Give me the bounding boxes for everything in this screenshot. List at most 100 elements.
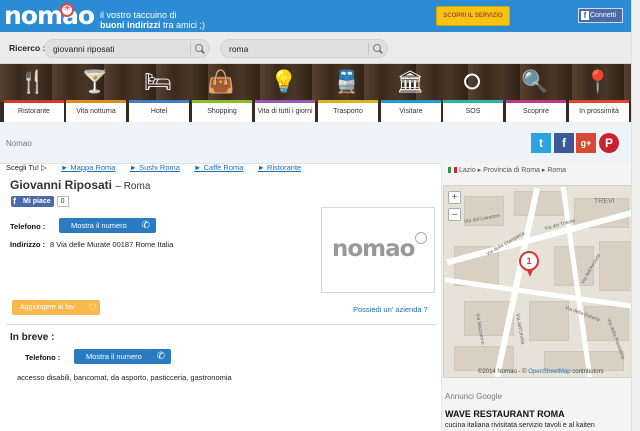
like-count: 0 bbox=[56, 196, 69, 207]
category-sos[interactable]: ⭘ SOS bbox=[441, 64, 503, 122]
scrollbar[interactable] bbox=[631, 0, 640, 431]
fav-label: Aggiungere ai fav bbox=[20, 304, 75, 311]
tagline-line1: il vostro taccuino di bbox=[100, 10, 177, 20]
location-breadcrumb: Lazio ▸ Provincia di Roma ▸ Roma bbox=[448, 166, 566, 174]
location-input[interactable]: roma bbox=[220, 39, 388, 58]
business-name: Giovanni Riposati bbox=[10, 178, 113, 192]
lightbulb-icon: 💡 bbox=[270, 70, 298, 95]
facebook-icon: f bbox=[581, 11, 589, 20]
map-attribution: ©2014 Nomao - © OpenStreetMap contributo… bbox=[478, 369, 604, 375]
phone-icon: ✆ bbox=[141, 220, 150, 231]
category-in-prossimit-[interactable]: 📍 In prossimità bbox=[567, 64, 629, 122]
nomao-logo[interactable]: nomao bbox=[4, 2, 95, 30]
link-label: Ristorante bbox=[267, 163, 302, 172]
attrib-prefix: ©2014 Nomao - © bbox=[478, 369, 529, 375]
like-button[interactable]: Mi piace bbox=[11, 196, 54, 207]
zoom-in-button[interactable]: + bbox=[448, 191, 461, 204]
bed-icon: 🛏 bbox=[144, 70, 172, 95]
location-search-icon[interactable] bbox=[368, 42, 381, 55]
map-marker-icon[interactable]: 1 bbox=[519, 251, 539, 277]
crumb-region[interactable]: Lazio bbox=[459, 167, 476, 174]
discover-service-button[interactable]: SCOPRI IL SERVIZIO bbox=[436, 6, 510, 26]
search-label: Ricerco : bbox=[9, 43, 46, 53]
link-ristorante[interactable]: ► Ristorante bbox=[258, 163, 302, 172]
link-mappa-roma[interactable]: ► Mappa Roma bbox=[61, 163, 116, 172]
brief-heading: In breve : bbox=[10, 332, 55, 343]
phone-label: Telefono : bbox=[10, 222, 46, 231]
category-scoprire[interactable]: 🔍 Scoprire bbox=[504, 64, 566, 122]
link-label: Sushi Roma bbox=[139, 163, 180, 172]
link-sushi-roma[interactable]: ► Sushi Roma bbox=[130, 163, 180, 172]
logo-star-icon bbox=[60, 3, 74, 17]
business-city: – Roma bbox=[115, 181, 151, 192]
services-list: accesso disabili, bancomat, da asporto, … bbox=[17, 373, 232, 382]
category-label: Trasporto bbox=[318, 100, 378, 122]
category-label: Vita notturna bbox=[66, 100, 126, 122]
category-shopping[interactable]: 👜 Shopping bbox=[190, 64, 252, 122]
show-number-label: Mostra il numero bbox=[71, 221, 127, 230]
magnifier-icon: 🔍 bbox=[521, 70, 549, 95]
google-plus-icon[interactable]: g+ bbox=[576, 133, 596, 153]
like-box: Mi piace0 bbox=[11, 194, 69, 207]
category-visitare[interactable]: 🏛 Visitare bbox=[379, 64, 441, 122]
top-header: nomao il vostro taccuino di buoni indiri… bbox=[0, 0, 640, 32]
cocktail-icon: 🍸 bbox=[81, 70, 109, 95]
breadcrumb[interactable]: Nomao bbox=[6, 139, 32, 148]
ad-description: cucina italiana rivisitata servizio tavo… bbox=[445, 422, 595, 429]
category-vita-di-tutti-i-giorni[interactable]: 💡 Vita di tutti i giorni bbox=[253, 64, 315, 122]
add-favorites-button[interactable]: Aggiungere ai fav ♡ bbox=[12, 300, 100, 315]
category-hotel[interactable]: 🛏 Hotel bbox=[127, 64, 189, 122]
brief-show-number-button[interactable]: Mostra il numero ✆ bbox=[74, 349, 171, 364]
category-ristorante[interactable]: 🍴 Ristorante bbox=[2, 64, 64, 122]
related-links: Scegli Tu! ▷ ► Mappa Roma ► Sushi Roma ►… bbox=[6, 163, 301, 172]
show-number-button[interactable]: Mostra il numero ✆ bbox=[59, 218, 156, 233]
show-number-label: Mostra il numero bbox=[86, 352, 142, 361]
search-input[interactable]: giovanni riposati bbox=[44, 39, 210, 58]
openstreetmap-link[interactable]: OpenStreetMap bbox=[528, 369, 570, 375]
link-caffe-roma[interactable]: ► Caffè Roma bbox=[194, 163, 243, 172]
category-vita-notturna[interactable]: 🍸 Vita notturna bbox=[64, 64, 126, 122]
crumb-city[interactable]: Roma bbox=[547, 167, 566, 174]
shopping-bag-icon: 👜 bbox=[207, 70, 235, 95]
train-icon: 🚆 bbox=[333, 70, 361, 95]
facebook-share-icon[interactable]: f bbox=[554, 133, 574, 153]
address-label: Indirizzo : bbox=[10, 240, 45, 249]
street-label: Via dell'Umiltà bbox=[514, 312, 526, 346]
logo-star-icon bbox=[415, 232, 427, 244]
monument-icon: 🏛 bbox=[396, 70, 424, 95]
tagline-rest: tra amici ;) bbox=[160, 20, 206, 30]
search-query-value: giovanni riposati bbox=[53, 44, 115, 54]
tagline: il vostro taccuino di buoni indirizzi tr… bbox=[100, 10, 205, 30]
category-label: Hotel bbox=[129, 100, 189, 122]
business-logo: nomao bbox=[321, 207, 435, 293]
fork-knife-icon: 🍴 bbox=[19, 70, 47, 95]
crumb-province[interactable]: Provincia di Roma bbox=[483, 167, 540, 174]
twitter-icon[interactable]: t bbox=[531, 133, 551, 153]
category-nav: 🍴 Ristorante 🍸 Vita notturna 🛏 Hotel 👜 Shopping… bbox=[0, 64, 640, 122]
breadcrumb-bar: Nomao t f g+ P bbox=[0, 122, 640, 164]
search-bar: Ricerco : giovanni riposati roma bbox=[0, 32, 640, 64]
link-label: Mappa Roma bbox=[70, 163, 116, 172]
placeholder-logo-text: nomao bbox=[332, 236, 415, 262]
category-label: SOS bbox=[443, 100, 503, 122]
ad-title[interactable]: WAVE RESTAURANT ROMA bbox=[445, 409, 565, 419]
zoom-out-button[interactable]: – bbox=[448, 208, 461, 221]
search-icon[interactable] bbox=[190, 42, 203, 55]
heart-icon: ♡ bbox=[88, 303, 97, 314]
location-value: roma bbox=[229, 44, 249, 54]
category-label: Scoprire bbox=[506, 100, 566, 122]
connect-label: Connetti bbox=[590, 12, 617, 19]
attrib-suffix: contributors bbox=[570, 369, 604, 375]
category-trasporto[interactable]: 🚆 Trasporto bbox=[316, 64, 378, 122]
own-business-link[interactable]: Possiedi un' azienda ? bbox=[353, 305, 428, 314]
pinterest-icon[interactable]: P bbox=[599, 133, 619, 153]
category-label: In prossimità bbox=[569, 100, 629, 122]
address-value: 8 Via delle Murate 00187 Rome Italia bbox=[50, 240, 174, 249]
ads-label: Annunci Google bbox=[445, 392, 502, 401]
play-icon: ▷ bbox=[41, 163, 47, 172]
page-title: Giovanni Riposati – Roma bbox=[10, 178, 150, 192]
map[interactable]: Via del Tritone Via della Stamperia Via … bbox=[443, 185, 639, 378]
tagline-bold: buoni indirizzi bbox=[100, 20, 161, 30]
category-label: Shopping bbox=[192, 100, 252, 122]
facebook-connect-button[interactable]: f Connetti bbox=[578, 8, 623, 23]
